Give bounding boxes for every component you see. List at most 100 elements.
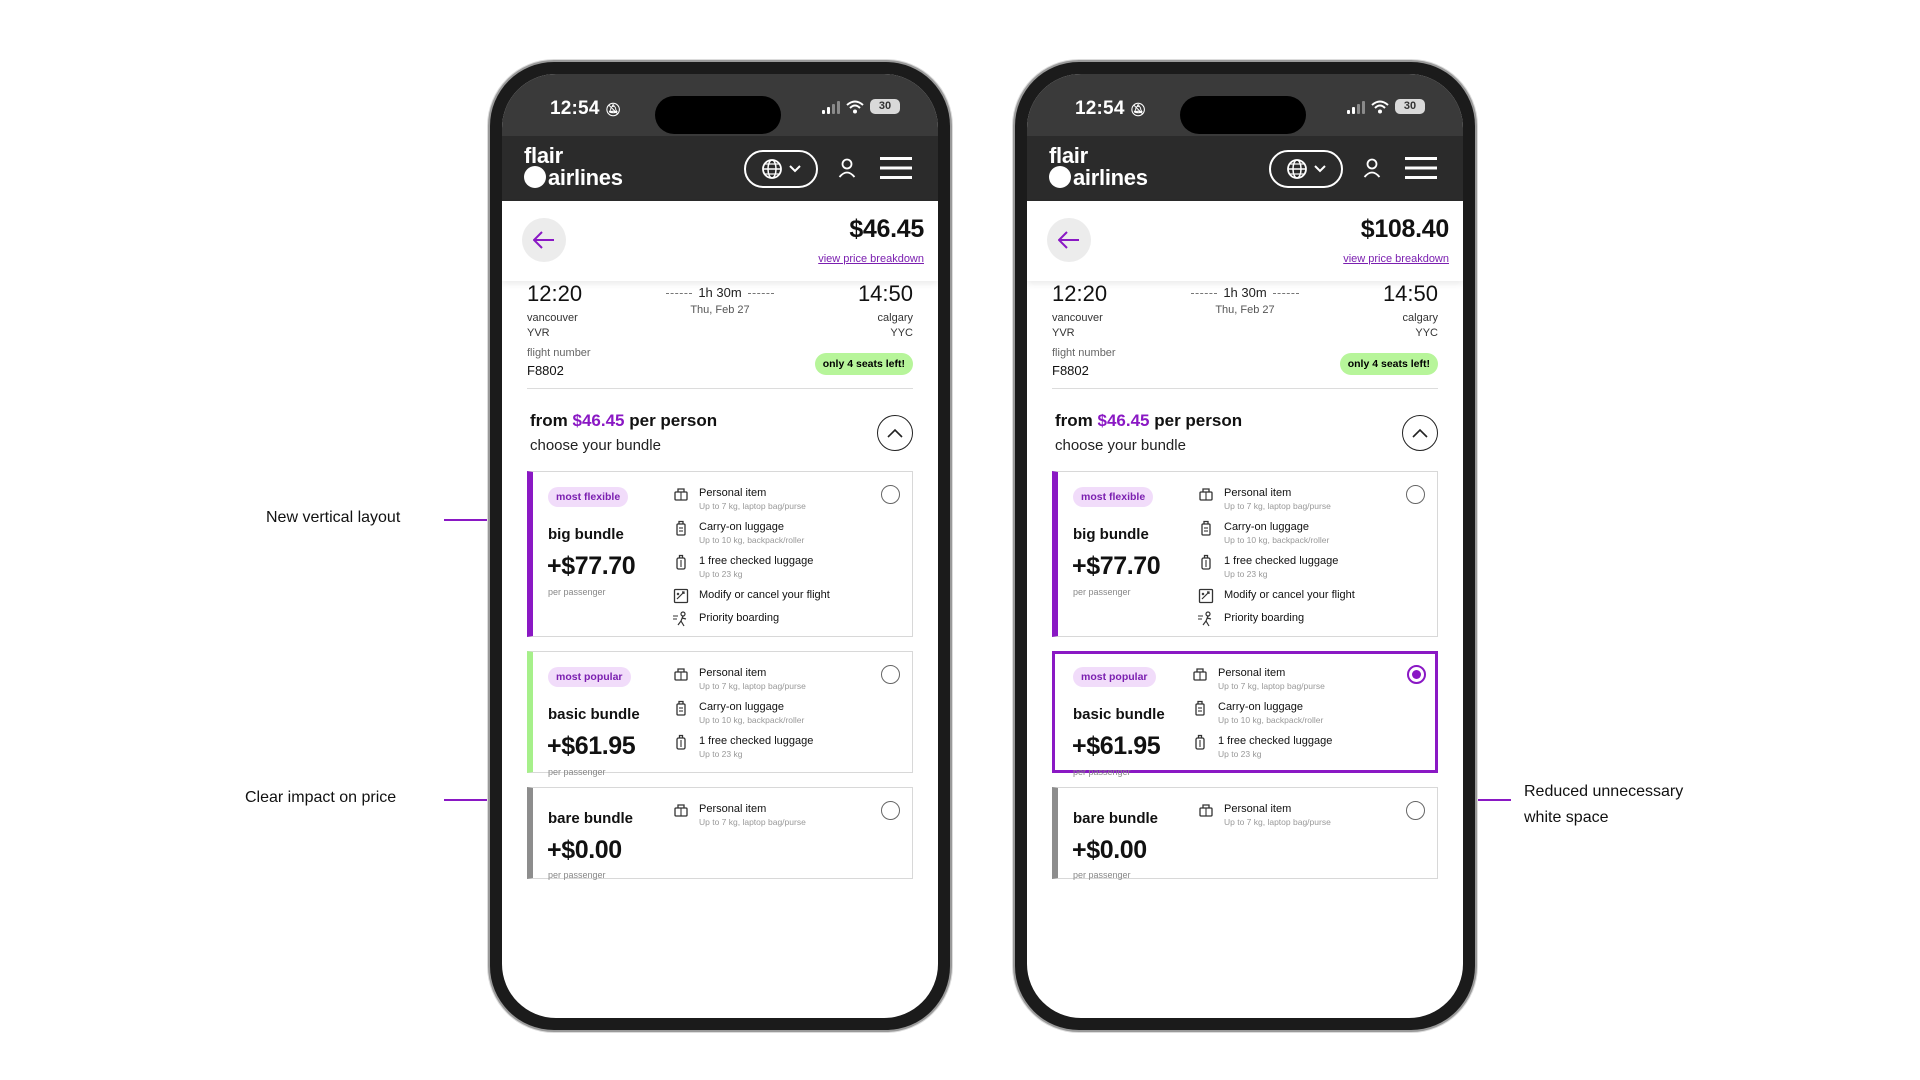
bundle-card-big[interactable]: most flexible big bundle +$77.70 per pas… [1052,471,1438,637]
language-selector[interactable] [744,150,818,188]
feature-list: Personal item Up to 7 kg, laptop bag/pur… [673,486,830,634]
top-nav: flair airlines [1027,136,1463,201]
bundle-name: bare bundle [1073,810,1159,827]
back-button[interactable] [522,218,566,262]
bundle-radio[interactable] [881,665,900,684]
status-icons: 30 [1347,99,1425,114]
feature-personal-item: Personal item Up to 7 kg, laptop bag/pur… [673,666,813,700]
bag-icon [674,668,688,681]
flight-number: F8802 [527,363,564,378]
annotation-whitespace: Reduced unnecessary white space [1524,779,1683,831]
per-passenger-label: per passenger [1073,870,1131,880]
modify-icon [673,588,689,604]
bundle-card-basic-selected[interactable]: most popular basic bundle +$61.95 per pa… [1052,651,1438,777]
total-price: $46.45 [849,215,924,243]
bundle-radio-selected[interactable] [1407,665,1426,684]
feature-carry-on: Carry-on luggage Up to 10 kg, backpack/r… [1192,700,1332,734]
bundle-name: bare bundle [548,810,634,827]
flight-number: F8802 [1052,363,1089,378]
status-bar: 12:54 🔕︎ 30 [1027,74,1463,136]
feature-checked-luggage: 1 free checked luggage Up to 23 kg [673,734,813,768]
feature-list: Personal item Up to 7 kg, laptop bag/pur… [673,802,806,836]
seats-left-badge: only 4 seats left! [814,353,913,375]
priority-icon [673,611,687,627]
bundle-radio[interactable] [1406,485,1425,504]
feature-personal-item: Personal item Up to 7 kg, laptop bag/pur… [1198,486,1355,520]
status-bar: 12:54 🔕︎ 30 [502,74,938,136]
battery-icon: 30 [1395,99,1425,114]
flair-logo[interactable]: flair airlines [524,145,623,188]
user-icon[interactable] [838,158,856,178]
collapse-button[interactable] [1402,415,1438,451]
bag-icon [1199,488,1213,501]
price-breakdown-link[interactable]: view price breakdown [1343,253,1449,265]
bundle-card-basic[interactable]: most popular basic bundle +$61.95 per pa… [527,651,913,777]
flight-date: Thu, Feb 27 [690,304,750,316]
dynamic-island [655,96,781,134]
from-price-heading: from $46.45 per person [1055,411,1243,430]
phone-screen: 12:54 🔕︎ 30 flair airlines [502,74,938,1018]
total-price: $108.40 [1360,215,1450,243]
bundle-price: +$77.70 [1072,552,1161,580]
flair-logo[interactable]: flair airlines [1049,145,1148,188]
bundle-card-bare[interactable]: bare bundle +$0.00 per passenger Persona… [1052,787,1438,880]
feature-priority-boarding: Priority boarding [1198,611,1355,634]
feature-list: Personal item Up to 7 kg, laptop bag/pur… [1198,486,1355,634]
flight-summary: 12:20 1h 30m Thu, Feb 27 14:50 vancouver… [1052,281,1438,389]
bundle-header: from $46.45 per person choose your bundl… [527,389,913,471]
per-passenger-label: per passenger [1073,767,1131,777]
annotation-whitespace-line2: white space [1524,809,1609,826]
wifi-icon [1371,100,1389,113]
feature-list: Personal item Up to 7 kg, laptop bag/pur… [1192,666,1332,768]
phone-after: 12:54 🔕︎ 30 flair airlines $108.40 view … [1015,62,1475,1030]
bundle-card-big[interactable]: most flexible big bundle +$77.70 per pas… [527,471,913,637]
seats-left-badge: only 4 seats left! [1339,353,1438,375]
signal-icon [1347,100,1365,114]
chevron-up-icon [887,428,903,438]
chevron-down-icon [789,165,801,173]
bag-icon [674,804,688,817]
suitcase-icon [676,734,686,750]
bundle-radio[interactable] [881,485,900,504]
tag-most-popular: most popular [1073,667,1156,687]
bag-icon [674,488,688,501]
feature-carry-on: Carry-on luggage Up to 10 kg, backpack/r… [1198,520,1355,554]
per-passenger-label: per passenger [548,870,606,880]
choose-bundle-subtitle: choose your bundle [530,437,661,454]
luggage-icon [676,520,686,536]
collapse-button[interactable] [877,415,913,451]
feature-carry-on: Carry-on luggage Up to 10 kg, backpack/r… [673,520,830,554]
flight-number-label: flight number [1052,347,1116,359]
bundle-card-bare[interactable]: bare bundle +$0.00 per passenger Persona… [527,787,913,880]
bell-slash-icon: 🔕︎ [605,102,622,117]
feature-checked-luggage: 1 free checked luggage Up to 23 kg [673,554,830,588]
bundle-name: basic bundle [548,706,640,723]
phone-before: 12:54 🔕︎ 30 flair airlines $46.45 view p… [490,62,950,1030]
bundle-radio[interactable] [881,801,900,820]
price-breakdown-link[interactable]: view price breakdown [818,253,924,265]
chevron-up-icon [1412,428,1428,438]
hamburger-menu-icon[interactable] [1405,156,1437,180]
feature-priority-boarding: Priority boarding [673,611,830,634]
back-button[interactable] [1047,218,1091,262]
arrival-city: calgary YYC [1402,312,1438,339]
bag-icon [1199,804,1213,817]
tag-most-flexible: most flexible [548,487,629,507]
tag-most-popular: most popular [548,667,631,687]
bundle-radio[interactable] [1406,801,1425,820]
feature-modify-cancel: Modify or cancel your flight [673,588,830,611]
feature-list: Personal item Up to 7 kg, laptop bag/pur… [673,666,813,768]
user-icon[interactable] [1363,158,1381,178]
hamburger-menu-icon[interactable] [880,156,912,180]
departure-city: vancouver YVR [1052,312,1103,339]
annotation-price-impact: Clear impact on price [245,789,397,806]
feature-checked-luggage: 1 free checked luggage Up to 23 kg [1198,554,1355,588]
luggage-icon [1201,520,1211,536]
priority-icon [1198,611,1212,627]
globe-icon [1287,159,1307,179]
annotation-whitespace-line1: Reduced unnecessary [1524,783,1684,800]
status-time: 12:54 🔕︎ [1075,98,1147,119]
language-selector[interactable] [1269,150,1343,188]
bundle-name: basic bundle [1073,706,1165,723]
dynamic-island [1180,96,1306,134]
